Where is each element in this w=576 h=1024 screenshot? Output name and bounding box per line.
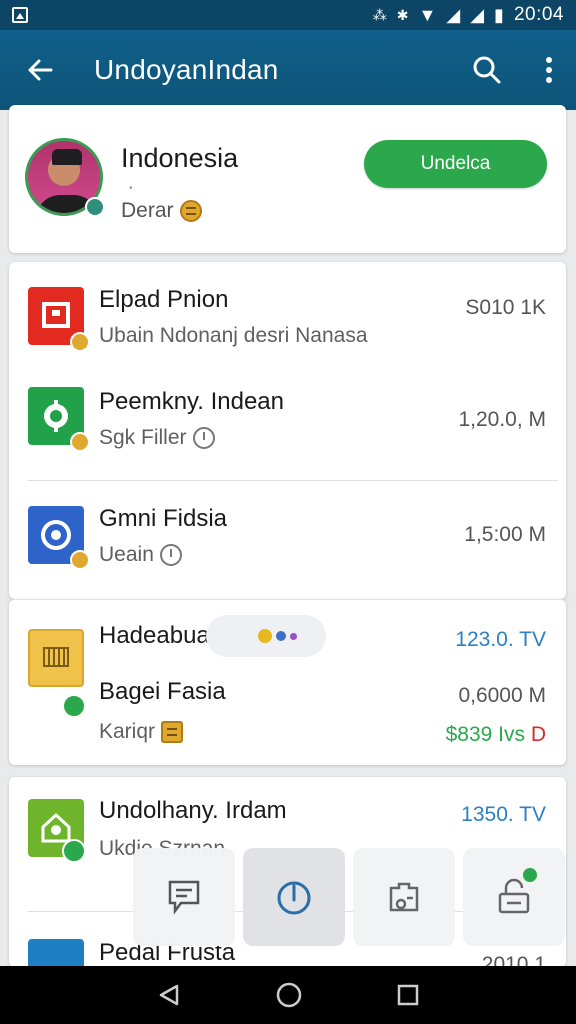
timer-tab-icon bbox=[277, 881, 311, 915]
app-list-card: Elpad Pnion Ubain Ndonanj desri Nanasa S… bbox=[9, 262, 566, 599]
tab-puzzle[interactable] bbox=[353, 848, 455, 946]
coin-icon bbox=[179, 200, 202, 222]
group-value-1: 123.0. TV bbox=[455, 628, 546, 651]
profile-card: Indonesia • Derar Undelca bbox=[9, 105, 566, 253]
list-item-title: Elpad Pnion bbox=[99, 286, 229, 313]
list-item-title: Gmni Fidsia bbox=[99, 505, 228, 532]
notification-dot-icon bbox=[523, 868, 537, 882]
group-value-2: 0,6000 M bbox=[458, 684, 546, 707]
profile-subtitle: Derar bbox=[121, 199, 202, 223]
bulb-icon bbox=[258, 629, 272, 643]
unlock-button[interactable]: Undelca bbox=[364, 140, 547, 188]
nav-home-icon[interactable] bbox=[276, 982, 302, 1008]
cell-signal-icon: ◢ bbox=[446, 4, 461, 25]
dot-icon bbox=[276, 631, 286, 641]
status-time: 20:04 bbox=[513, 4, 564, 25]
check-badge-icon bbox=[62, 694, 86, 718]
list-item-subtitle: Sgk Filler bbox=[99, 426, 215, 450]
more-options-icon[interactable] bbox=[534, 45, 564, 95]
list-item-value: S010 1K bbox=[465, 296, 546, 319]
chart-app-icon bbox=[28, 939, 84, 967]
bank-icon bbox=[161, 721, 184, 743]
bluetooth-icon: ✱ bbox=[396, 6, 409, 23]
gallery-notification-icon bbox=[12, 7, 28, 23]
tab-messages[interactable] bbox=[133, 848, 235, 946]
group-list-card[interactable]: Hadeabuain 123.0. TV Bagei Fasia 0,6000 … bbox=[9, 599, 566, 765]
message-icon bbox=[168, 880, 200, 915]
badge-icon bbox=[70, 332, 90, 352]
back-arrow-icon[interactable] bbox=[10, 40, 70, 100]
list-item-subtitle-text: Ueain bbox=[99, 543, 154, 566]
list-item[interactable]: Peemkny. Indean Sgk Filler 1,20.0, M bbox=[9, 370, 566, 480]
group-value-3: $839 Ivs D bbox=[446, 723, 546, 747]
nav-back-icon[interactable] bbox=[157, 983, 181, 1007]
wifi-icon: ▼ bbox=[418, 4, 437, 25]
badge-icon bbox=[70, 432, 90, 452]
list-item[interactable]: Elpad Pnion Ubain Ndonanj desri Nanasa S… bbox=[9, 262, 566, 370]
avatar-badge-icon bbox=[85, 197, 105, 217]
list-item-subtitle-text: Sgk Filler bbox=[99, 426, 187, 449]
group-row-3-title: Kariqr bbox=[99, 720, 156, 743]
list-item-subtitle-text: Ubain Ndonanj desri Nanasa bbox=[99, 324, 368, 347]
tab-wallet[interactable] bbox=[463, 848, 565, 946]
list-item-value: 1350. TV bbox=[461, 803, 546, 826]
list-item-subtitle: Ubain Ndonanj desri Nanasa bbox=[99, 324, 368, 348]
signal-strength-icon: ⁂ bbox=[372, 6, 387, 23]
system-nav-bar bbox=[0, 966, 576, 1024]
badge-icon bbox=[70, 550, 90, 570]
bottom-tab-bar bbox=[133, 848, 576, 946]
group-row-3: Kariqr bbox=[99, 720, 184, 744]
document-app-icon bbox=[28, 629, 84, 687]
status-chip[interactable] bbox=[206, 615, 326, 657]
profile-dot: • bbox=[129, 183, 133, 194]
dot-icon bbox=[290, 632, 297, 640]
page-title: UndoyanIndan bbox=[94, 54, 279, 85]
profile-name: Indonesia bbox=[121, 143, 239, 173]
list-item-subtitle: Ueain bbox=[99, 543, 182, 567]
group-value-3-amount: $839 Ivs bbox=[445, 723, 525, 746]
cell-signal-2-icon: ◢ bbox=[470, 4, 485, 25]
profile-subtitle-text: Derar bbox=[121, 199, 174, 222]
timer-icon bbox=[192, 427, 215, 449]
chat-badge-icon bbox=[62, 839, 86, 863]
list-item-title: Peemkny. Indean bbox=[99, 388, 285, 415]
tab-timer[interactable] bbox=[243, 848, 345, 946]
list-item-value: 1,5:00 M bbox=[464, 523, 546, 546]
list-item-value: 2010 1 bbox=[481, 953, 546, 967]
group-row-2-title: Bagei Fasia bbox=[99, 678, 226, 705]
timer-icon bbox=[159, 544, 182, 566]
status-bar: ⁂ ✱ ▼ ◢ ◢ ▮ 20:04 bbox=[0, 0, 576, 30]
list-item-title: Undolhany. Irdam bbox=[99, 797, 287, 824]
nav-recents-icon[interactable] bbox=[397, 984, 419, 1006]
battery-icon: ▮ bbox=[494, 4, 504, 25]
app-bar: UndoyanIndan bbox=[0, 30, 576, 110]
list-item[interactable]: Gmni Fidsia Ueain 1,5:00 M bbox=[9, 481, 566, 599]
puzzle-icon bbox=[389, 882, 419, 912]
list-item-value: 1,20.0, M bbox=[458, 408, 546, 431]
wallet-lock-icon bbox=[498, 878, 530, 914]
search-icon[interactable] bbox=[462, 45, 512, 95]
group-value-3-suffix: D bbox=[530, 723, 546, 746]
